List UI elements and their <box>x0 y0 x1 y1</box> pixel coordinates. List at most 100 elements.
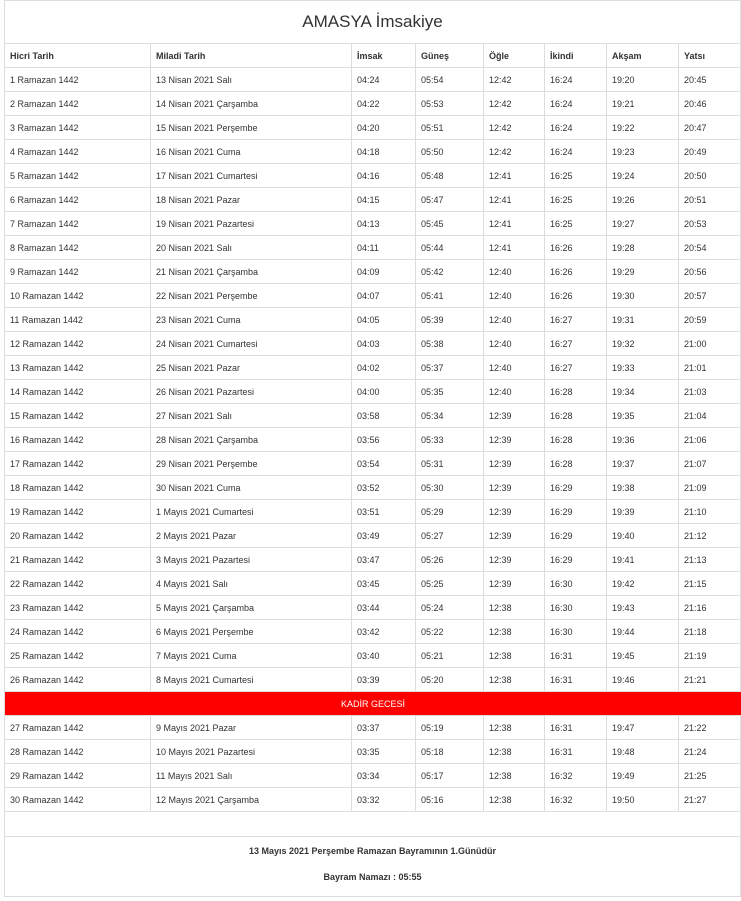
table-cell: 16:28 <box>544 379 607 404</box>
table-row: 10 Ramazan 1442 22 Nisan 2021 Perşembe 04:… <box>4 283 741 308</box>
table-row: 15 Ramazan 1442 27 Nisan 2021 Salı 03:58 05… <box>4 403 741 428</box>
table-cell: 25 Ramazan 1442 <box>4 643 151 668</box>
table-cell: 03:44 <box>351 595 416 620</box>
table-cell: 16:29 <box>544 475 607 500</box>
table-cell: 16:24 <box>544 67 607 92</box>
table-cell: 19 Ramazan 1442 <box>4 499 151 524</box>
table-cell: 12:38 <box>483 763 545 788</box>
table-cell: 7 Ramazan 1442 <box>4 211 151 236</box>
table-row: 12 Ramazan 1442 24 Nisan 2021 Cumartesi 04… <box>4 331 741 356</box>
table-cell: 11 Mayıs 2021 Salı <box>150 763 352 788</box>
table-row: 21 Ramazan 1442 3 Mayıs 2021 Pazartesi 03:… <box>4 547 741 572</box>
table-cell: 19:31 <box>606 307 679 332</box>
table-cell: 04:00 <box>351 379 416 404</box>
table-cell: 21:24 <box>678 739 741 764</box>
table-cell: 16:25 <box>544 163 607 188</box>
table-cell: 16 Ramazan 1442 <box>4 427 151 452</box>
table-cell: 03:32 <box>351 787 416 812</box>
table-cell: 16:29 <box>544 547 607 572</box>
table-cell: 16:27 <box>544 331 607 356</box>
table-cell: 16:28 <box>544 451 607 476</box>
table-cell: 16:27 <box>544 307 607 332</box>
table-cell: 12:42 <box>483 67 545 92</box>
table-row: 6 Ramazan 1442 18 Nisan 2021 Pazar 04:15 05… <box>4 187 741 212</box>
table-cell: 04:20 <box>351 115 416 140</box>
table-cell: 03:45 <box>351 571 416 596</box>
table-cell: 3 Ramazan 1442 <box>4 115 151 140</box>
header-miladi-tarih: Miladi Tarih <box>150 43 352 68</box>
table-cell: 20:47 <box>678 115 741 140</box>
table-cell: 05:44 <box>415 235 484 260</box>
table-cell: 05:50 <box>415 139 484 164</box>
table-cell: 21:19 <box>678 643 741 668</box>
table-cell: 19:35 <box>606 403 679 428</box>
table-cell: 13 Nisan 2021 Salı <box>150 67 352 92</box>
table-cell: 21:04 <box>678 403 741 428</box>
table-cell: 14 Nisan 2021 Çarşamba <box>150 91 352 116</box>
table-cell: 04:13 <box>351 211 416 236</box>
table-cell: 16:31 <box>544 739 607 764</box>
header-aksam: Akşam <box>606 43 679 68</box>
table-cell: 05:26 <box>415 547 484 572</box>
table-cell: 04:18 <box>351 139 416 164</box>
table-cell: 03:35 <box>351 739 416 764</box>
table-cell: 19:28 <box>606 235 679 260</box>
table-cell: 16:30 <box>544 595 607 620</box>
table-cell: 19:45 <box>606 643 679 668</box>
table-cell: 03:34 <box>351 763 416 788</box>
table-cell: 19:30 <box>606 283 679 308</box>
table-cell: 12:40 <box>483 259 545 284</box>
table-cell: 05:33 <box>415 427 484 452</box>
table-cell: 05:41 <box>415 283 484 308</box>
table-cell: 03:52 <box>351 475 416 500</box>
table-cell: 16:32 <box>544 787 607 812</box>
table-cell: 05:18 <box>415 739 484 764</box>
table-cell: 19:21 <box>606 91 679 116</box>
table-cell: 18 Ramazan 1442 <box>4 475 151 500</box>
header-ikindi: İkindi <box>544 43 607 68</box>
table-cell: 1 Ramazan 1442 <box>4 67 151 92</box>
table-cell: 27 Ramazan 1442 <box>4 715 151 740</box>
table-cell: 05:17 <box>415 763 484 788</box>
table-cell: 16:26 <box>544 259 607 284</box>
table-cell: 12:39 <box>483 427 545 452</box>
table-body-after: 27 Ramazan 1442 9 Mayıs 2021 Pazar 03:37 05… <box>4 715 741 812</box>
table-cell: 05:21 <box>415 643 484 668</box>
table-cell: 20:53 <box>678 211 741 236</box>
special-row-group: KADİR GECESİ <box>4 691 741 716</box>
table-cell: 16:30 <box>544 619 607 644</box>
table-cell: 04:15 <box>351 187 416 212</box>
table-cell: 05:38 <box>415 331 484 356</box>
table-row: 3 Ramazan 1442 15 Nisan 2021 Perşembe 04:2… <box>4 115 741 140</box>
table-cell: 4 Mayıs 2021 Salı <box>150 571 352 596</box>
table-cell: 03:47 <box>351 547 416 572</box>
table-row: 5 Ramazan 1442 17 Nisan 2021 Cumartesi 04:… <box>4 163 741 188</box>
table-cell: 12 Mayıs 2021 Çarşamba <box>150 787 352 812</box>
table-cell: 04:22 <box>351 91 416 116</box>
table-cell: 16:25 <box>544 187 607 212</box>
table-cell: 05:20 <box>415 667 484 692</box>
table-cell: 21:13 <box>678 547 741 572</box>
table-cell: 21:27 <box>678 787 741 812</box>
table-cell: 20:45 <box>678 67 741 92</box>
table-cell: 21:00 <box>678 331 741 356</box>
table-cell: 21:10 <box>678 499 741 524</box>
header-imsak: İmsak <box>351 43 416 68</box>
header-yatsi: Yatsı <box>678 43 741 68</box>
table-cell: 19 Nisan 2021 Pazartesi <box>150 211 352 236</box>
table-cell: 03:42 <box>351 619 416 644</box>
table-cell: 21:25 <box>678 763 741 788</box>
table-cell: 5 Mayıs 2021 Çarşamba <box>150 595 352 620</box>
table-cell: 19:40 <box>606 523 679 548</box>
table-cell: 19:39 <box>606 499 679 524</box>
table-cell: 28 Nisan 2021 Çarşamba <box>150 427 352 452</box>
table-cell: 19:47 <box>606 715 679 740</box>
table-cell: 12:39 <box>483 547 545 572</box>
table-cell: 18 Nisan 2021 Pazar <box>150 187 352 212</box>
table-cell: 16:31 <box>544 715 607 740</box>
table-cell: 24 Ramazan 1442 <box>4 619 151 644</box>
table-row: 29 Ramazan 1442 11 Mayıs 2021 Salı 03:34 05… <box>4 763 741 788</box>
table-cell: 22 Nisan 2021 Perşembe <box>150 283 352 308</box>
header-ogle: Öğle <box>483 43 545 68</box>
table-cell: 16:24 <box>544 91 607 116</box>
